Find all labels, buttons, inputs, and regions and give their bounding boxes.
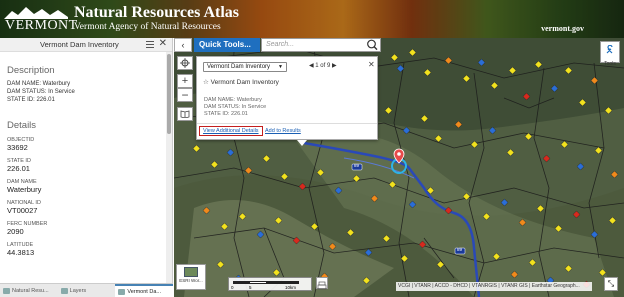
locate-button[interactable] xyxy=(177,56,193,70)
popup-actions: View Additional Details Add to Results xyxy=(197,123,377,140)
layer-select-value: Vermont Dam Inventory xyxy=(207,64,271,70)
map-toolbar: ‹ Quick Tools... Search... xyxy=(174,38,624,52)
popup-line: DAM NAME: Waterbury xyxy=(204,97,262,103)
scrollbar-thumb[interactable] xyxy=(167,54,171,134)
tools-button[interactable]: Tools xyxy=(600,41,620,67)
quick-tools-button[interactable]: Quick Tools... xyxy=(194,38,260,52)
panel-title: Vermont Dam Inventory xyxy=(40,40,119,49)
panel-body: Description DAM NAME: Waterbury DAM STAT… xyxy=(0,52,165,283)
field-value: 44.3813 xyxy=(7,248,35,257)
zoom-out-button[interactable]: − xyxy=(177,88,193,102)
prev-icon[interactable]: ◀ xyxy=(309,63,314,69)
basemap-label: ESRI Wor... xyxy=(179,278,203,283)
view-details-link[interactable]: View Additional Details xyxy=(199,126,263,136)
site-link[interactable]: vermont.gov xyxy=(541,24,584,33)
search-button[interactable] xyxy=(364,38,381,52)
print-button[interactable] xyxy=(316,277,328,290)
book-icon xyxy=(180,110,190,118)
panel-tabs: Natural Resu... Layers Vermont Da... xyxy=(0,283,174,297)
chevron-down-icon: ▼ xyxy=(278,64,283,70)
description-line: DAM STATUS: In Service xyxy=(7,89,75,95)
feature-popup: Vermont Dam Inventory ▼ ◀ 1 of 9 ▶ ✕ ☆ V… xyxy=(196,56,378,146)
tools-icon xyxy=(606,44,613,54)
map-bottom-bar: ESRI Wor... 0 5 10km VCGI | VTANR | ACCD… xyxy=(174,262,624,297)
vermont-logo[interactable]: VERMONT xyxy=(4,5,77,33)
tab-label: Natural Resu... xyxy=(12,287,49,294)
search-icon xyxy=(367,39,378,51)
scale-bar: 0 5 10km xyxy=(228,277,312,291)
tab-natural-resources[interactable]: Natural Resu... xyxy=(0,284,58,297)
tab-vermont-dam[interactable]: Vermont Da... xyxy=(115,284,174,297)
popup-pager: ◀ 1 of 9 ▶ xyxy=(309,62,337,69)
app-header: VERMONT Natural Resources Atlas Vermont … xyxy=(0,0,624,38)
basemap-thumbnail xyxy=(184,267,198,277)
popup-title-row: ☆ Vermont Dam Inventory xyxy=(203,78,279,86)
scale-bar-graphic xyxy=(233,281,299,284)
popup-details: DAM NAME: Waterbury DAM STATUS: In Servi… xyxy=(204,97,266,118)
layers-icon xyxy=(60,287,68,294)
field-value: 2090 xyxy=(7,227,24,236)
map-attribution: VCGI | VTANR | ACCD - DHCD | VTANRGIS | … xyxy=(396,282,592,291)
side-panel: Vermont Dam Inventory ✕ Description DAM … xyxy=(0,38,174,297)
popup-line: DAM STATUS: In Service xyxy=(204,104,267,110)
crosshair-icon xyxy=(180,58,190,68)
popup-line: STATE ID: 226.01 xyxy=(204,111,248,117)
logo-text: VERMONT xyxy=(5,18,78,33)
minus-icon: − xyxy=(181,88,189,102)
field-value: VT00027 xyxy=(7,206,38,215)
chevron-left-icon[interactable]: ‹ xyxy=(174,38,192,52)
search-results-icon xyxy=(118,288,126,295)
app-subtitle: Vermont Agency of Natural Resources xyxy=(74,22,221,32)
road-label: 89 xyxy=(354,163,360,168)
add-to-results-link[interactable]: Add to Results xyxy=(265,128,301,134)
scale-label: 5 xyxy=(249,285,252,290)
layer-select[interactable]: Vermont Dam Inventory ▼ xyxy=(203,62,287,72)
popup-pointer xyxy=(297,140,307,146)
popup-title: Vermont Dam Inventory xyxy=(210,79,279,86)
mountain-icon xyxy=(4,7,68,19)
tab-label: Vermont Da... xyxy=(127,288,161,295)
bookmarks-button[interactable] xyxy=(177,107,193,121)
pager-text: 1 of 9 xyxy=(315,63,331,69)
expand-icon[interactable]: ⤡ xyxy=(604,277,618,291)
panel-header: Vermont Dam Inventory ✕ xyxy=(0,38,172,52)
description-line: STATE ID: 226.01 xyxy=(7,97,55,103)
close-icon[interactable]: ✕ xyxy=(368,60,375,69)
map-icon xyxy=(3,287,10,294)
plus-icon: + xyxy=(181,75,189,87)
field-value: 33692 xyxy=(7,143,28,152)
road-label: 89 xyxy=(457,247,463,252)
tab-layers[interactable]: Layers xyxy=(58,284,116,297)
search-input[interactable]: Search... xyxy=(261,38,381,52)
print-icon xyxy=(317,281,327,290)
field-value: Waterbury xyxy=(7,185,42,194)
description-heading: Description xyxy=(7,65,55,76)
app-title: Natural Resources Atlas xyxy=(74,4,240,21)
field-value: 226.01 xyxy=(7,164,30,173)
panel-scrollbar[interactable] xyxy=(166,52,172,283)
tools-label: Tools xyxy=(604,61,616,67)
star-icon[interactable]: ☆ xyxy=(203,79,209,86)
list-icon[interactable] xyxy=(146,41,154,48)
next-icon[interactable]: ▶ xyxy=(332,63,337,69)
basemap-button[interactable]: ESRI Wor... xyxy=(176,264,206,290)
zoom-in-button[interactable]: + xyxy=(177,74,193,88)
details-heading: Details xyxy=(7,120,37,131)
tab-label: Layers xyxy=(69,287,87,294)
scale-label: 10km xyxy=(285,285,297,290)
scale-label: 0 xyxy=(231,285,234,290)
close-icon[interactable]: ✕ xyxy=(159,38,167,49)
description-line: DAM NAME: Waterbury xyxy=(7,81,71,87)
